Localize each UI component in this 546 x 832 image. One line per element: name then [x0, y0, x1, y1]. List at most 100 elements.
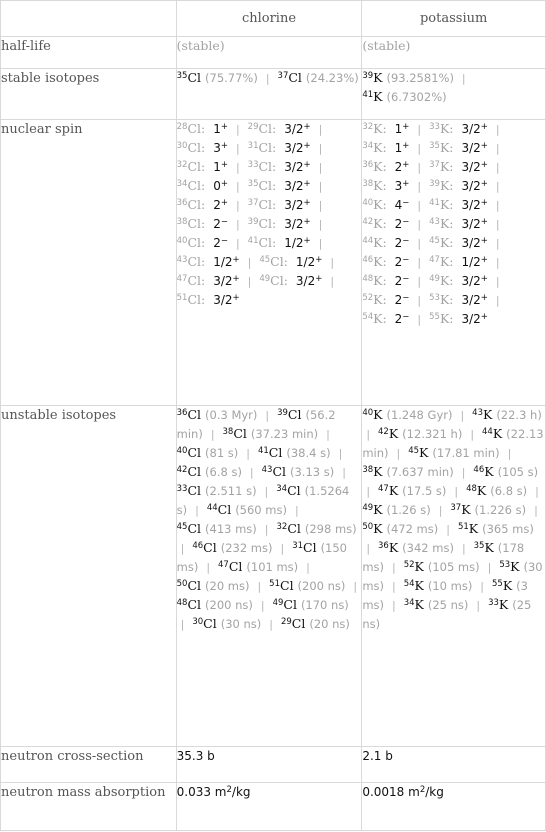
spin-entry: 32Cl: 1+ — [177, 159, 228, 174]
row-label: unstable isotopes — [0, 405, 177, 747]
separator: | — [487, 561, 492, 574]
isotope-symbol: Cl — [187, 578, 202, 593]
parity: + — [315, 254, 323, 265]
parity: − — [402, 254, 410, 265]
spin-entry: 53K: 3/2+ — [429, 292, 488, 307]
separator: | — [235, 180, 240, 193]
mass-number: 45 — [408, 445, 420, 456]
isotope-symbol: Cl — [268, 445, 283, 460]
isotope-symbol: K: — [439, 311, 454, 326]
isotope-symbol: Cl — [288, 70, 302, 85]
separator: | — [391, 580, 396, 593]
spin-value: 3/2 — [284, 217, 304, 231]
value: 0.033 m — [176, 785, 227, 799]
separator: | — [417, 275, 422, 288]
separator: | — [235, 142, 240, 155]
isotope-symbol: K: — [373, 178, 387, 193]
isotope-value: (105 ms) — [427, 560, 480, 574]
isotope-symbol: K — [373, 407, 383, 422]
mass-number: 42 — [176, 464, 188, 475]
separator: | — [249, 466, 254, 479]
mass-number: 42 — [362, 216, 374, 227]
isotope-value: (30 ns) — [220, 617, 262, 631]
isotope-entry: 37K (1.226 s) — [450, 502, 526, 517]
separator: | — [417, 237, 422, 250]
isotope-entry: 37Cl (24.23%) — [278, 70, 359, 85]
neutron-mass-absorption-row: neutron mass absorption 0.033 m2/kg 0.00… — [0, 782, 546, 831]
mass-number: 43 — [429, 216, 440, 227]
spin-entry: 44K: 2− — [362, 235, 409, 250]
mass-number: 35 — [247, 178, 259, 189]
isotope-symbol: Cl — [280, 578, 294, 593]
parity: + — [220, 140, 228, 151]
separator: | — [247, 275, 252, 288]
isotope-symbol: Cl — [291, 616, 306, 631]
unstable-isotopes-chlorine: 36Cl (0.3 Myr) | 39Cl (56.2 min) | 38Cl … — [175, 405, 363, 747]
spin-value: 3/2 — [213, 274, 233, 288]
mass-number: 33 — [488, 597, 499, 608]
isotope-symbol: K — [388, 540, 399, 555]
isotope-symbol: Cl: — [270, 254, 288, 269]
mass-number: 55 — [429, 311, 440, 322]
separator: | — [195, 504, 199, 517]
value: 0.0018 m — [362, 785, 420, 799]
mass-absorption-potassium: 0.0018 m2/kg — [361, 782, 546, 831]
mass-number: 32 — [276, 521, 288, 532]
isotope-symbol: Cl: — [258, 216, 277, 231]
isotope-value: (22.3 h) — [496, 408, 542, 422]
isotope-symbol: K: — [373, 216, 387, 231]
separator: | — [417, 256, 422, 269]
isotope-value: (24.23%) — [305, 71, 359, 85]
isotope-entry: 40K (1.248 Gyr) — [362, 407, 452, 422]
spin-entry: 36K: 2+ — [362, 159, 409, 174]
mass-number: 39 — [277, 407, 288, 418]
spin-entry: 40Cl: 2− — [177, 235, 228, 250]
isotope-value: (20 ns) — [309, 617, 350, 631]
parity: + — [480, 140, 488, 151]
spin-value: 3/2 — [461, 122, 481, 136]
parity: + — [303, 159, 311, 170]
mass-number: 29 — [280, 616, 292, 627]
isotope-symbol: K: — [439, 273, 454, 288]
spin-entry: 31Cl: 3/2+ — [248, 140, 311, 155]
mass-number: 47 — [429, 254, 440, 265]
parity: + — [402, 121, 410, 132]
isotope-symbol: K: — [439, 140, 454, 155]
isotope-symbol: Cl — [187, 445, 202, 460]
isotope-entry: 51Cl (200 ns) — [269, 578, 345, 593]
corner-cell — [0, 0, 177, 37]
separator: | — [446, 523, 450, 536]
isotope-entry: 32Cl (298 ms) — [276, 521, 356, 536]
separator: | — [246, 447, 250, 460]
spin-value: 3/2 — [284, 160, 304, 174]
isotope-value: (0.3 Myr) — [205, 408, 258, 422]
row-label: half-life — [0, 36, 177, 69]
mass-number: 35 — [429, 140, 440, 151]
isotope-symbol: K — [373, 521, 383, 536]
spin-entry: 33K: 3/2+ — [429, 121, 488, 136]
separator: | — [264, 485, 269, 498]
separator: | — [326, 428, 330, 441]
isotope-value: (560 ms) — [235, 503, 287, 517]
isotope-symbol: Cl — [283, 597, 297, 612]
isotope-symbol: K — [388, 426, 399, 441]
isotope-symbol: K — [414, 597, 424, 612]
isotope-value: (2.511 s) — [205, 484, 257, 498]
isotope-value: (7.637 min) — [386, 465, 454, 479]
separator: | — [264, 523, 269, 536]
isotope-symbol: Cl — [233, 426, 247, 441]
separator: | — [391, 561, 396, 574]
mass-number: 46 — [192, 540, 204, 551]
isotope-value: (1.26 s) — [386, 503, 431, 517]
mass-number: 50 — [176, 578, 188, 589]
spin-entry: 34K: 1+ — [362, 140, 409, 155]
isotope-value: (6.7302%) — [386, 90, 447, 104]
parity: − — [402, 216, 410, 227]
mass-number: 33 — [176, 483, 188, 494]
mass-number: 52 — [362, 292, 374, 303]
spin-entry: 51Cl: 3/2+ — [177, 292, 240, 307]
isotope-symbol: K — [373, 464, 383, 479]
mass-number: 39 — [362, 70, 374, 81]
separator: | — [495, 237, 500, 250]
separator: | — [260, 599, 265, 612]
